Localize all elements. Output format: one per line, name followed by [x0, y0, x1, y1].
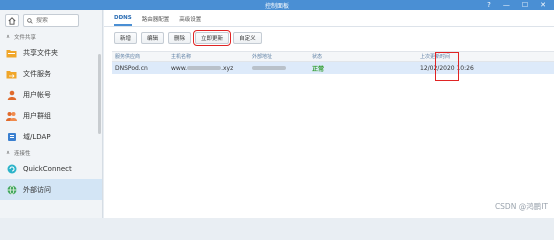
- maximize-button[interactable]: ☐: [522, 0, 528, 10]
- sidebar-item-external-access[interactable]: 外部访问: [0, 179, 102, 200]
- table-row[interactable]: DNSPod.cn www. .xyz 正常 12/02/2020 10:26: [112, 62, 554, 74]
- chevron-up-icon: ∧: [6, 149, 11, 156]
- group-icon: [6, 110, 17, 121]
- home-icon: [8, 16, 16, 25]
- sidebar-item-label: 外部访问: [23, 185, 51, 194]
- status-highlight-box: [435, 52, 459, 81]
- sidebar-item-file-services[interactable]: 文件服务: [0, 63, 102, 84]
- tab-advanced-settings[interactable]: 高级设置: [179, 15, 201, 26]
- search-input[interactable]: [36, 17, 74, 24]
- hostname-suffix: .xyz: [221, 64, 234, 72]
- ddns-table: 服务供应商 主机名称 外部地址 状态 上次更新时间 DNSPod.cn www.…: [112, 51, 554, 74]
- column-header-status[interactable]: 状态: [309, 53, 417, 60]
- sidebar-item-label: 域/LDAP: [23, 132, 51, 141]
- redacted-block: [187, 66, 222, 70]
- help-button[interactable]: ?: [487, 0, 491, 10]
- cell-external-address: [249, 65, 309, 72]
- sidebar-item-label: 用户帐号: [23, 90, 51, 99]
- sidebar-item-shared-folder[interactable]: 共享文件夹: [0, 42, 102, 63]
- file-services-icon: [6, 68, 17, 79]
- folder-icon: [6, 47, 17, 58]
- domain-icon: [6, 131, 17, 142]
- table-header: 服务供应商 主机名称 外部地址 状态 上次更新时间: [112, 51, 554, 62]
- column-header-hostname[interactable]: 主机名称: [168, 53, 249, 60]
- search-icon: [27, 17, 33, 24]
- tab-router-config[interactable]: 路由器配置: [142, 15, 170, 26]
- sidebar: ∧ 文件共享 共享文件夹 文件服务 用户帐号 用户群组 域/LDAP ∧ 连接性…: [0, 10, 103, 218]
- window-titlebar: 控制面板 ? — ☐ ✕: [0, 0, 554, 10]
- delete-button[interactable]: 删除: [168, 32, 192, 44]
- quickconnect-icon: [6, 163, 17, 174]
- tab-bar: DDNS 路由器配置 高级设置: [104, 10, 554, 27]
- main-panel: DDNS 路由器配置 高级设置 新增 编辑 删除 立即更新 自定义 服务供应商 …: [104, 10, 554, 218]
- home-button[interactable]: [5, 14, 19, 27]
- external-access-icon: [6, 184, 17, 195]
- cell-status: 正常: [309, 64, 417, 73]
- sidebar-item-label: 文件服务: [23, 69, 51, 78]
- custom-button[interactable]: 自定义: [233, 32, 262, 44]
- column-header-provider[interactable]: 服务供应商: [112, 53, 168, 60]
- tab-ddns[interactable]: DDNS: [114, 15, 132, 26]
- section-label: 连接性: [14, 150, 31, 157]
- redacted-block: [252, 66, 286, 70]
- edit-button[interactable]: 编辑: [141, 32, 165, 44]
- sidebar-scrollbar[interactable]: [98, 54, 101, 134]
- window-title: 控制面板: [264, 3, 289, 10]
- sidebar-top: [0, 10, 102, 31]
- close-button[interactable]: ✕: [540, 0, 546, 10]
- sidebar-item-quickconnect[interactable]: QuickConnect: [0, 158, 102, 179]
- minimize-button[interactable]: —: [503, 0, 510, 10]
- sidebar-item-domain-ldap[interactable]: 域/LDAP: [0, 126, 102, 147]
- user-icon: [6, 89, 17, 100]
- sidebar-item-label: 共享文件夹: [23, 48, 58, 57]
- window-controls: ? — ☐ ✕: [487, 0, 546, 10]
- watermark: CSDN @鸿鹏IT: [494, 202, 548, 211]
- status-text: 正常: [312, 65, 325, 73]
- chevron-up-icon: ∧: [6, 33, 11, 40]
- sidebar-item-user-group[interactable]: 用户群组: [0, 105, 102, 126]
- cell-hostname: www. .xyz: [168, 65, 249, 72]
- sidebar-item-user-account[interactable]: 用户帐号: [0, 84, 102, 105]
- section-connectivity[interactable]: ∧ 连接性: [0, 147, 102, 158]
- column-header-external-address[interactable]: 外部地址: [249, 53, 309, 60]
- search-box[interactable]: [23, 14, 79, 27]
- sidebar-item-label: 用户群组: [23, 111, 51, 120]
- cell-provider: DNSPod.cn: [115, 64, 148, 72]
- toolbar: 新增 编辑 删除 立即更新 自定义: [104, 27, 554, 49]
- sidebar-item-label: QuickConnect: [23, 164, 72, 173]
- section-file-sharing[interactable]: ∧ 文件共享: [0, 31, 102, 42]
- section-label: 文件共享: [14, 34, 37, 41]
- update-now-button[interactable]: 立即更新: [193, 30, 232, 46]
- hostname-prefix: www.: [171, 64, 188, 72]
- add-button[interactable]: 新增: [114, 32, 138, 44]
